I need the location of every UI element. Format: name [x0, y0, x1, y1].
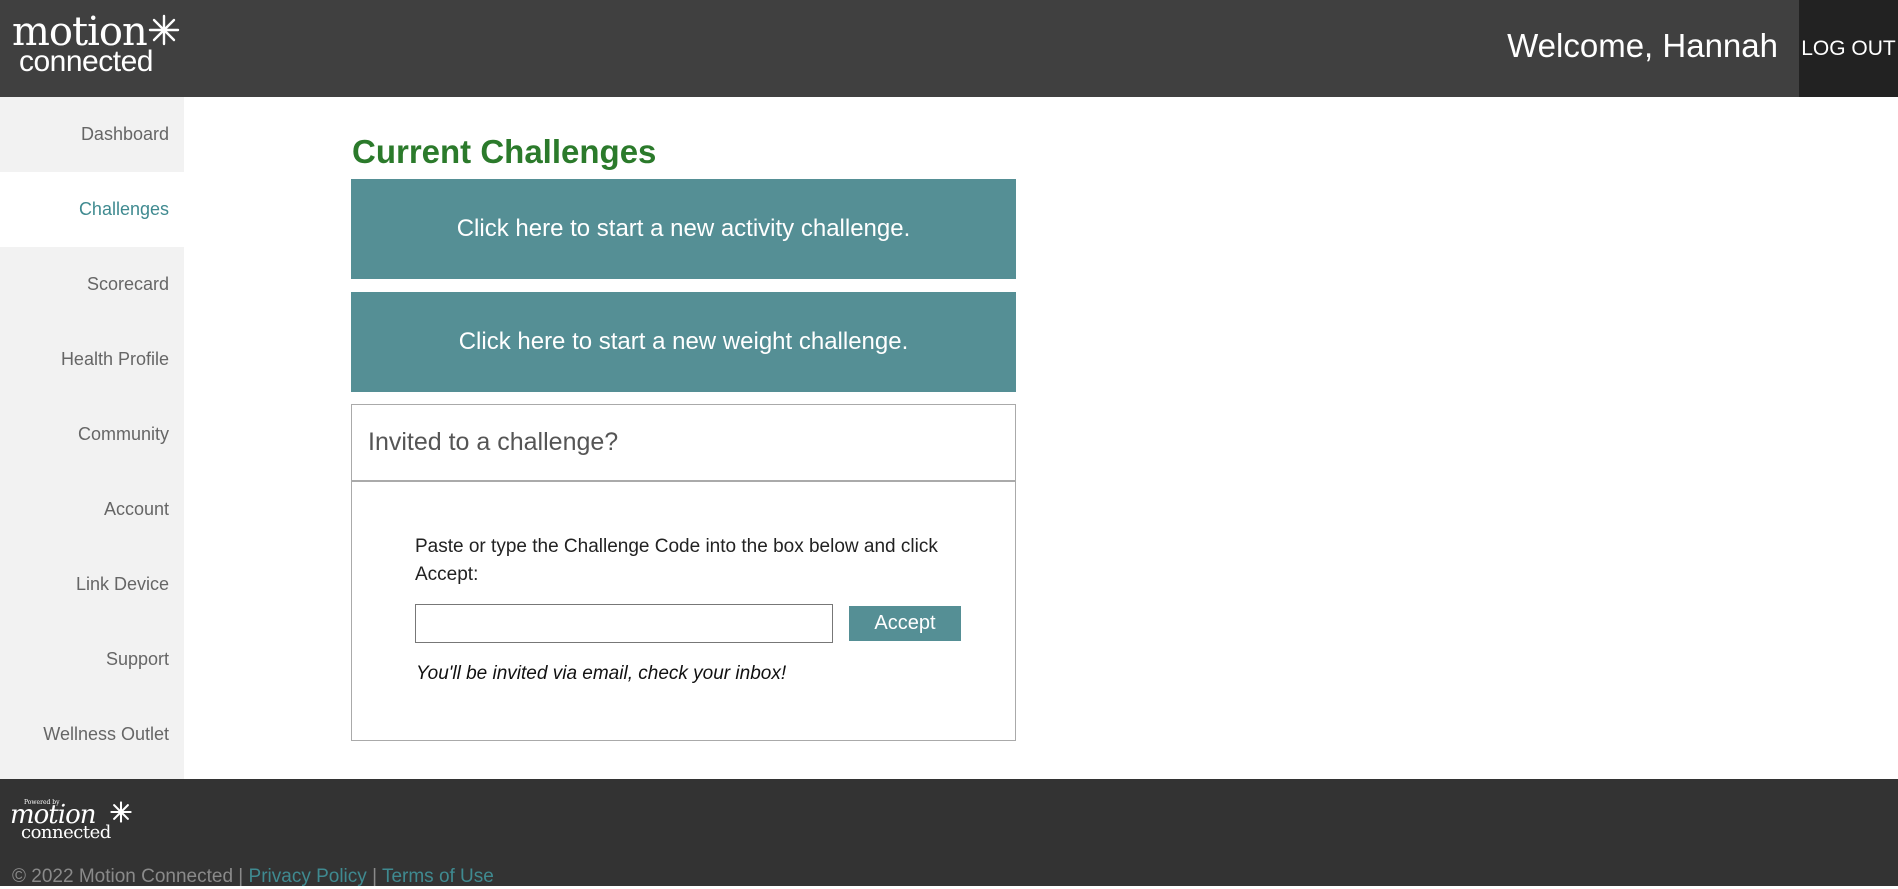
sidebar-item-dashboard[interactable]: Dashboard [0, 97, 184, 172]
invite-panel-heading: Invited to a challenge? [352, 405, 1015, 482]
sidebar-nav: Dashboard Challenges Scorecard Health Pr… [0, 97, 184, 779]
motion-connected-logo[interactable]: motion connected [12, 10, 187, 80]
page-title: Current Challenges [352, 133, 657, 170]
challenge-code-input[interactable] [415, 604, 833, 643]
copyright-text: © 2022 Motion Connected | [12, 866, 244, 887]
invite-email-note: You'll be invited via email, check your … [416, 663, 787, 684]
logout-button[interactable]: LOG OUT [1799, 0, 1898, 97]
start-activity-challenge-button[interactable]: Click here to start a new activity chall… [351, 179, 1016, 279]
welcome-message: Welcome, Hannah [1507, 27, 1778, 64]
sidebar-item-scorecard[interactable]: Scorecard [0, 247, 184, 322]
privacy-policy-link[interactable]: Privacy Policy [249, 866, 367, 887]
top-header: motion connected Welcome, Hannah LOG OUT [0, 0, 1898, 97]
invite-instructions: Paste or type the Challenge Code into th… [415, 536, 938, 585]
sidebar-item-health-profile[interactable]: Health Profile [0, 322, 184, 397]
invite-challenge-panel: Invited to a challenge? Paste or type th… [351, 404, 1016, 741]
logo-star-icon [148, 14, 180, 46]
footer-logo-word-connected: connected [21, 822, 111, 843]
footer-links: © 2022 Motion Connected | Privacy Policy… [12, 865, 494, 889]
sidebar-item-link-device[interactable]: Link Device [0, 547, 184, 622]
start-weight-challenge-button[interactable]: Click here to start a new weight challen… [351, 292, 1016, 392]
footer-logo-star-icon [110, 801, 132, 823]
footer-logo: Powered by motion connected [10, 799, 135, 844]
accept-button[interactable]: Accept [849, 606, 961, 641]
sidebar-item-support[interactable]: Support [0, 622, 184, 697]
sidebar-item-account[interactable]: Account [0, 472, 184, 547]
sidebar-item-wellness-outlet[interactable]: Wellness Outlet [0, 697, 184, 772]
footer-separator: | [372, 866, 377, 887]
sidebar-item-community[interactable]: Community [0, 397, 184, 472]
page-footer: Powered by motion connected © 2022 Motio… [0, 779, 1898, 889]
sidebar-item-challenges[interactable]: Challenges [0, 172, 184, 247]
terms-of-use-link[interactable]: Terms of Use [382, 866, 494, 887]
logo-word-connected: connected [19, 45, 153, 78]
